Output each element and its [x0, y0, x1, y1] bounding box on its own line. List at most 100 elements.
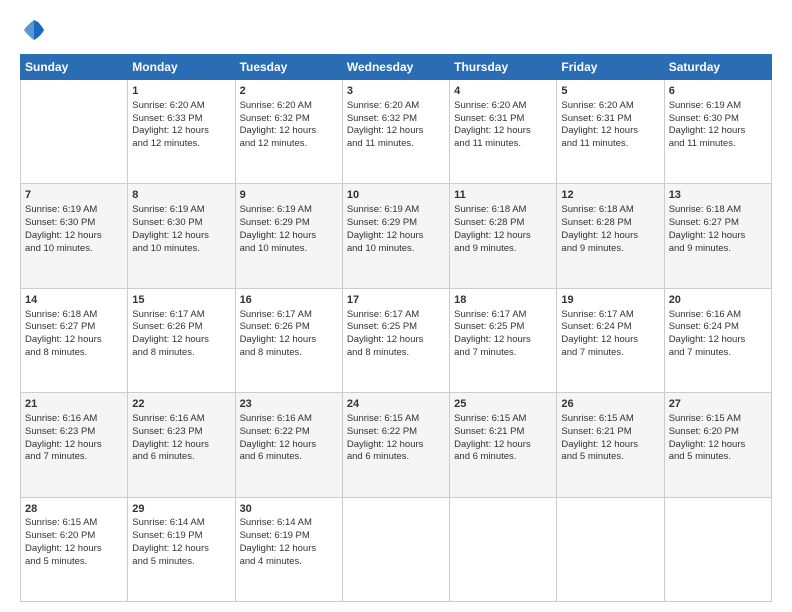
cell-info-line: Sunset: 6:28 PM [454, 217, 524, 228]
cell-info-line: and 5 minutes. [132, 556, 194, 567]
cell-info-line: and 6 minutes. [240, 451, 302, 462]
cell-info-line: and 9 minutes. [669, 243, 731, 254]
cell-info-line: and 7 minutes. [669, 347, 731, 358]
cell-info-line: and 5 minutes. [561, 451, 623, 462]
cell-info-line: Sunrise: 6:20 AM [240, 100, 312, 111]
cell-info-line: and 11 minutes. [454, 138, 521, 149]
calendar-week-row: 28Sunrise: 6:15 AMSunset: 6:20 PMDayligh… [21, 497, 772, 601]
day-number: 7 [25, 188, 123, 203]
cell-info-line: and 8 minutes. [132, 347, 194, 358]
cell-info-line: and 11 minutes. [669, 138, 736, 149]
calendar-week-row: 1Sunrise: 6:20 AMSunset: 6:33 PMDaylight… [21, 80, 772, 184]
day-number: 2 [240, 84, 338, 99]
cell-info-line: Daylight: 12 hours [25, 230, 102, 241]
cell-info-line: Daylight: 12 hours [669, 125, 746, 136]
cell-info-line: and 8 minutes. [347, 347, 409, 358]
day-number: 17 [347, 293, 445, 308]
cell-info-line: Daylight: 12 hours [669, 334, 746, 345]
cell-info-line: Sunrise: 6:15 AM [454, 413, 526, 424]
cell-info-line: Sunset: 6:32 PM [240, 113, 310, 124]
calendar-cell: 20Sunrise: 6:16 AMSunset: 6:24 PMDayligh… [664, 288, 771, 392]
calendar-cell: 24Sunrise: 6:15 AMSunset: 6:22 PMDayligh… [342, 393, 449, 497]
calendar-cell: 18Sunrise: 6:17 AMSunset: 6:25 PMDayligh… [450, 288, 557, 392]
cell-info-line: Sunset: 6:30 PM [25, 217, 95, 228]
cell-info-line: Sunset: 6:19 PM [132, 530, 202, 541]
calendar-cell: 27Sunrise: 6:15 AMSunset: 6:20 PMDayligh… [664, 393, 771, 497]
cell-info-line: Sunrise: 6:17 AM [454, 309, 526, 320]
cell-info-line: Sunrise: 6:18 AM [25, 309, 97, 320]
day-number: 27 [669, 397, 767, 412]
calendar-day-header: Sunday [21, 55, 128, 80]
calendar-week-row: 7Sunrise: 6:19 AMSunset: 6:30 PMDaylight… [21, 184, 772, 288]
day-number: 11 [454, 188, 552, 203]
cell-info-line: Sunset: 6:29 PM [240, 217, 310, 228]
calendar-cell: 26Sunrise: 6:15 AMSunset: 6:21 PMDayligh… [557, 393, 664, 497]
calendar-week-row: 14Sunrise: 6:18 AMSunset: 6:27 PMDayligh… [21, 288, 772, 392]
cell-info-line: and 12 minutes. [132, 138, 200, 149]
cell-info-line: Sunset: 6:27 PM [669, 217, 739, 228]
cell-info-line: Daylight: 12 hours [561, 334, 638, 345]
calendar-cell: 25Sunrise: 6:15 AMSunset: 6:21 PMDayligh… [450, 393, 557, 497]
day-number: 22 [132, 397, 230, 412]
cell-info-line: Daylight: 12 hours [132, 543, 209, 554]
day-number: 10 [347, 188, 445, 203]
calendar-cell [342, 497, 449, 601]
cell-info-line: Sunset: 6:22 PM [240, 426, 310, 437]
cell-info-line: Sunrise: 6:17 AM [561, 309, 633, 320]
cell-info-line: Sunset: 6:32 PM [347, 113, 417, 124]
cell-info-line: Sunset: 6:26 PM [132, 321, 202, 332]
calendar-cell: 16Sunrise: 6:17 AMSunset: 6:26 PMDayligh… [235, 288, 342, 392]
calendar-cell: 3Sunrise: 6:20 AMSunset: 6:32 PMDaylight… [342, 80, 449, 184]
day-number: 29 [132, 502, 230, 517]
cell-info-line: and 8 minutes. [25, 347, 87, 358]
cell-info-line: and 10 minutes. [347, 243, 415, 254]
cell-info-line: and 4 minutes. [240, 556, 302, 567]
cell-info-line: Sunrise: 6:20 AM [132, 100, 204, 111]
cell-info-line: Daylight: 12 hours [454, 125, 531, 136]
cell-info-line: Sunset: 6:30 PM [132, 217, 202, 228]
header [20, 16, 772, 44]
cell-info-line: Daylight: 12 hours [669, 230, 746, 241]
day-number: 30 [240, 502, 338, 517]
calendar-cell: 14Sunrise: 6:18 AMSunset: 6:27 PMDayligh… [21, 288, 128, 392]
calendar-cell: 13Sunrise: 6:18 AMSunset: 6:27 PMDayligh… [664, 184, 771, 288]
cell-info-line: Daylight: 12 hours [25, 543, 102, 554]
cell-info-line: Sunrise: 6:19 AM [669, 100, 741, 111]
cell-info-line: Daylight: 12 hours [240, 125, 317, 136]
day-number: 15 [132, 293, 230, 308]
day-number: 4 [454, 84, 552, 99]
cell-info-line: and 12 minutes. [240, 138, 308, 149]
cell-info-line: and 10 minutes. [132, 243, 200, 254]
day-number: 26 [561, 397, 659, 412]
day-number: 24 [347, 397, 445, 412]
cell-info-line: Daylight: 12 hours [561, 439, 638, 450]
day-number: 14 [25, 293, 123, 308]
day-number: 9 [240, 188, 338, 203]
cell-info-line: Sunset: 6:20 PM [25, 530, 95, 541]
cell-info-line: and 5 minutes. [25, 556, 87, 567]
cell-info-line: Sunrise: 6:15 AM [25, 517, 97, 528]
cell-info-line: Daylight: 12 hours [25, 439, 102, 450]
logo-icon [20, 16, 48, 44]
cell-info-line: Sunset: 6:24 PM [561, 321, 631, 332]
calendar-cell [664, 497, 771, 601]
calendar-cell: 28Sunrise: 6:15 AMSunset: 6:20 PMDayligh… [21, 497, 128, 601]
cell-info-line: Sunrise: 6:17 AM [132, 309, 204, 320]
calendar-day-header: Monday [128, 55, 235, 80]
calendar-cell: 30Sunrise: 6:14 AMSunset: 6:19 PMDayligh… [235, 497, 342, 601]
cell-info-line: Daylight: 12 hours [240, 230, 317, 241]
cell-info-line: Sunset: 6:21 PM [454, 426, 524, 437]
cell-info-line: and 5 minutes. [669, 451, 731, 462]
calendar-cell: 19Sunrise: 6:17 AMSunset: 6:24 PMDayligh… [557, 288, 664, 392]
cell-info-line: and 11 minutes. [347, 138, 414, 149]
calendar-cell: 9Sunrise: 6:19 AMSunset: 6:29 PMDaylight… [235, 184, 342, 288]
cell-info-line: Sunrise: 6:16 AM [669, 309, 741, 320]
calendar-cell: 6Sunrise: 6:19 AMSunset: 6:30 PMDaylight… [664, 80, 771, 184]
cell-info-line: Sunset: 6:22 PM [347, 426, 417, 437]
calendar-table: SundayMondayTuesdayWednesdayThursdayFrid… [20, 54, 772, 602]
cell-info-line: Sunrise: 6:20 AM [561, 100, 633, 111]
calendar-cell: 5Sunrise: 6:20 AMSunset: 6:31 PMDaylight… [557, 80, 664, 184]
day-number: 16 [240, 293, 338, 308]
cell-info-line: Sunrise: 6:17 AM [347, 309, 419, 320]
cell-info-line: Sunset: 6:23 PM [132, 426, 202, 437]
